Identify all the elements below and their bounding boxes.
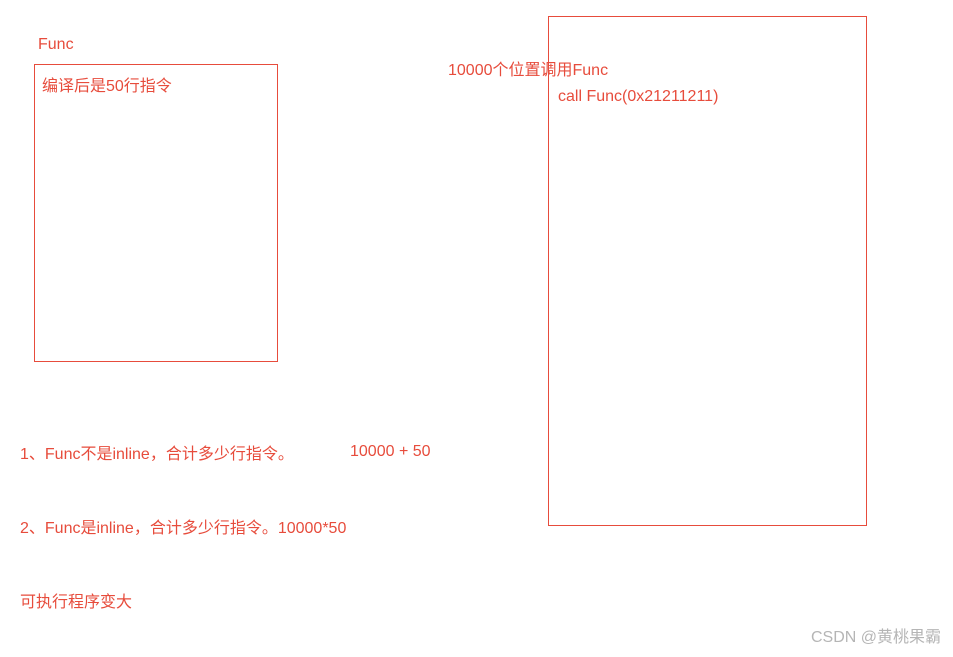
left-func-box: [34, 64, 278, 362]
point-2-text: 2、Func是inline，合计多少行指令。10000*50: [20, 514, 346, 538]
left-box-content: 编译后是50行指令: [42, 72, 172, 96]
right-box-title: 10000个位置调用Func: [448, 56, 608, 80]
right-box-call-line: call Func(0x21211211): [558, 88, 718, 106]
point-3-text: 可执行程序变大: [20, 588, 132, 612]
point-1-text: 1、Func不是inline，合计多少行指令。: [20, 440, 294, 464]
func-label: Func: [38, 36, 74, 54]
point-1-calculation: 10000 + 50: [350, 443, 431, 461]
watermark: CSDN @黄桃果霸: [811, 623, 941, 647]
